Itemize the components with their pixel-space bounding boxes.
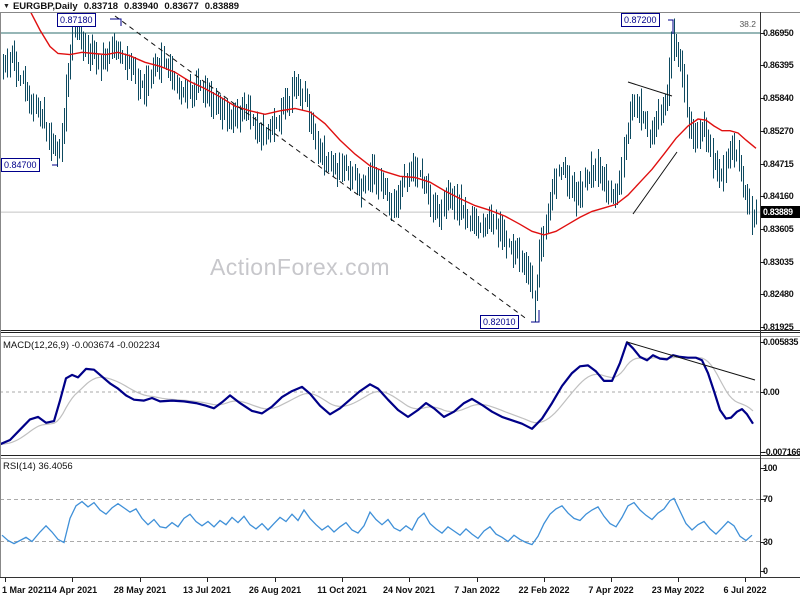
date-axis-label: 14 Apr 2021	[46, 585, 98, 595]
date-axis-label: 28 May 2021	[113, 585, 167, 595]
price-axis-label: 0.86950	[763, 28, 794, 38]
fib-382-label: 38.2	[739, 19, 756, 29]
level-label-82010: 0.82010	[480, 315, 519, 329]
chart-canvas	[0, 12, 800, 582]
macd-axis-label: 0.00	[763, 387, 780, 397]
current-price-tag: 0.83889	[761, 206, 800, 218]
price-axis-label: 0.83605	[763, 224, 794, 234]
price-axis-label: 0.85840	[763, 93, 794, 103]
date-axis-label: 26 Aug 2021	[248, 585, 302, 595]
date-axis-label: 24 Nov 2021	[382, 585, 436, 595]
macd-main-line	[1, 341, 754, 446]
rsi-axis-label: 70	[763, 494, 773, 504]
price-axis-label: 0.81925	[763, 322, 794, 332]
rsi-axis-label: 30	[763, 537, 773, 547]
quote-low: 0.83677	[164, 1, 199, 12]
symbol-period-label: EURGBP,Daily	[12, 1, 78, 12]
symbol-dropdown-icon: ▼	[3, 3, 10, 10]
macd-axis-label: 0.005835	[763, 337, 799, 347]
price-axis-label: 0.84715	[763, 159, 794, 169]
date-axis-label: 6 Jul 2022	[723, 585, 767, 595]
quote-high: 0.83940	[124, 1, 159, 12]
trendline-2	[627, 81, 673, 97]
rsi-axis-label: 0	[763, 566, 768, 576]
level-label-87180: 0.87180	[57, 13, 96, 27]
macd-axis-label: -0.007166	[763, 447, 800, 457]
pointer-87180	[110, 18, 122, 26]
trading-chart-window: ▼ EURGBP,Daily 0.83718 0.83940 0.83677 0.8388…	[0, 0, 800, 600]
chart-header: ▼ EURGBP,Daily 0.83718 0.83940 0.83677 0.8388…	[3, 1, 239, 12]
rsi-line	[1, 497, 753, 546]
level-label-87200: 0.87200	[621, 13, 660, 27]
date-axis-label: 7 Jan 2022	[454, 585, 500, 595]
price-axis-label: 0.83035	[763, 257, 794, 267]
price-axis-label: 0.86395	[763, 60, 794, 70]
pointer-87200	[668, 19, 674, 34]
quote-close: 0.83889	[204, 1, 240, 12]
level-label-84700: 0.84700	[1, 158, 40, 172]
date-axis-label: 11 Oct 2021	[317, 585, 367, 595]
date-axis-label: 13 Jul 2021	[182, 585, 232, 595]
rsi-axis-label: 100	[763, 463, 778, 473]
rsi-indicator-label: RSI(14) 36.4056	[3, 461, 73, 472]
macd-indicator-label: MACD(12,26,9) -0.003674 -0.002234	[3, 340, 160, 351]
macd-signal-line	[1, 356, 754, 445]
date-axis-label: 22 Feb 2022	[518, 585, 570, 595]
quote-open: 0.83718	[83, 1, 119, 12]
price-axis-label: 0.85270	[763, 126, 794, 136]
price-axis-label: 0.84160	[763, 191, 794, 201]
date-axis-label: 7 Apr 2022	[588, 585, 634, 595]
date-axis-label: 23 May 2022	[651, 585, 705, 595]
price-axis-label: 0.82480	[763, 289, 794, 299]
watermark: ActionForex.com	[209, 254, 391, 280]
